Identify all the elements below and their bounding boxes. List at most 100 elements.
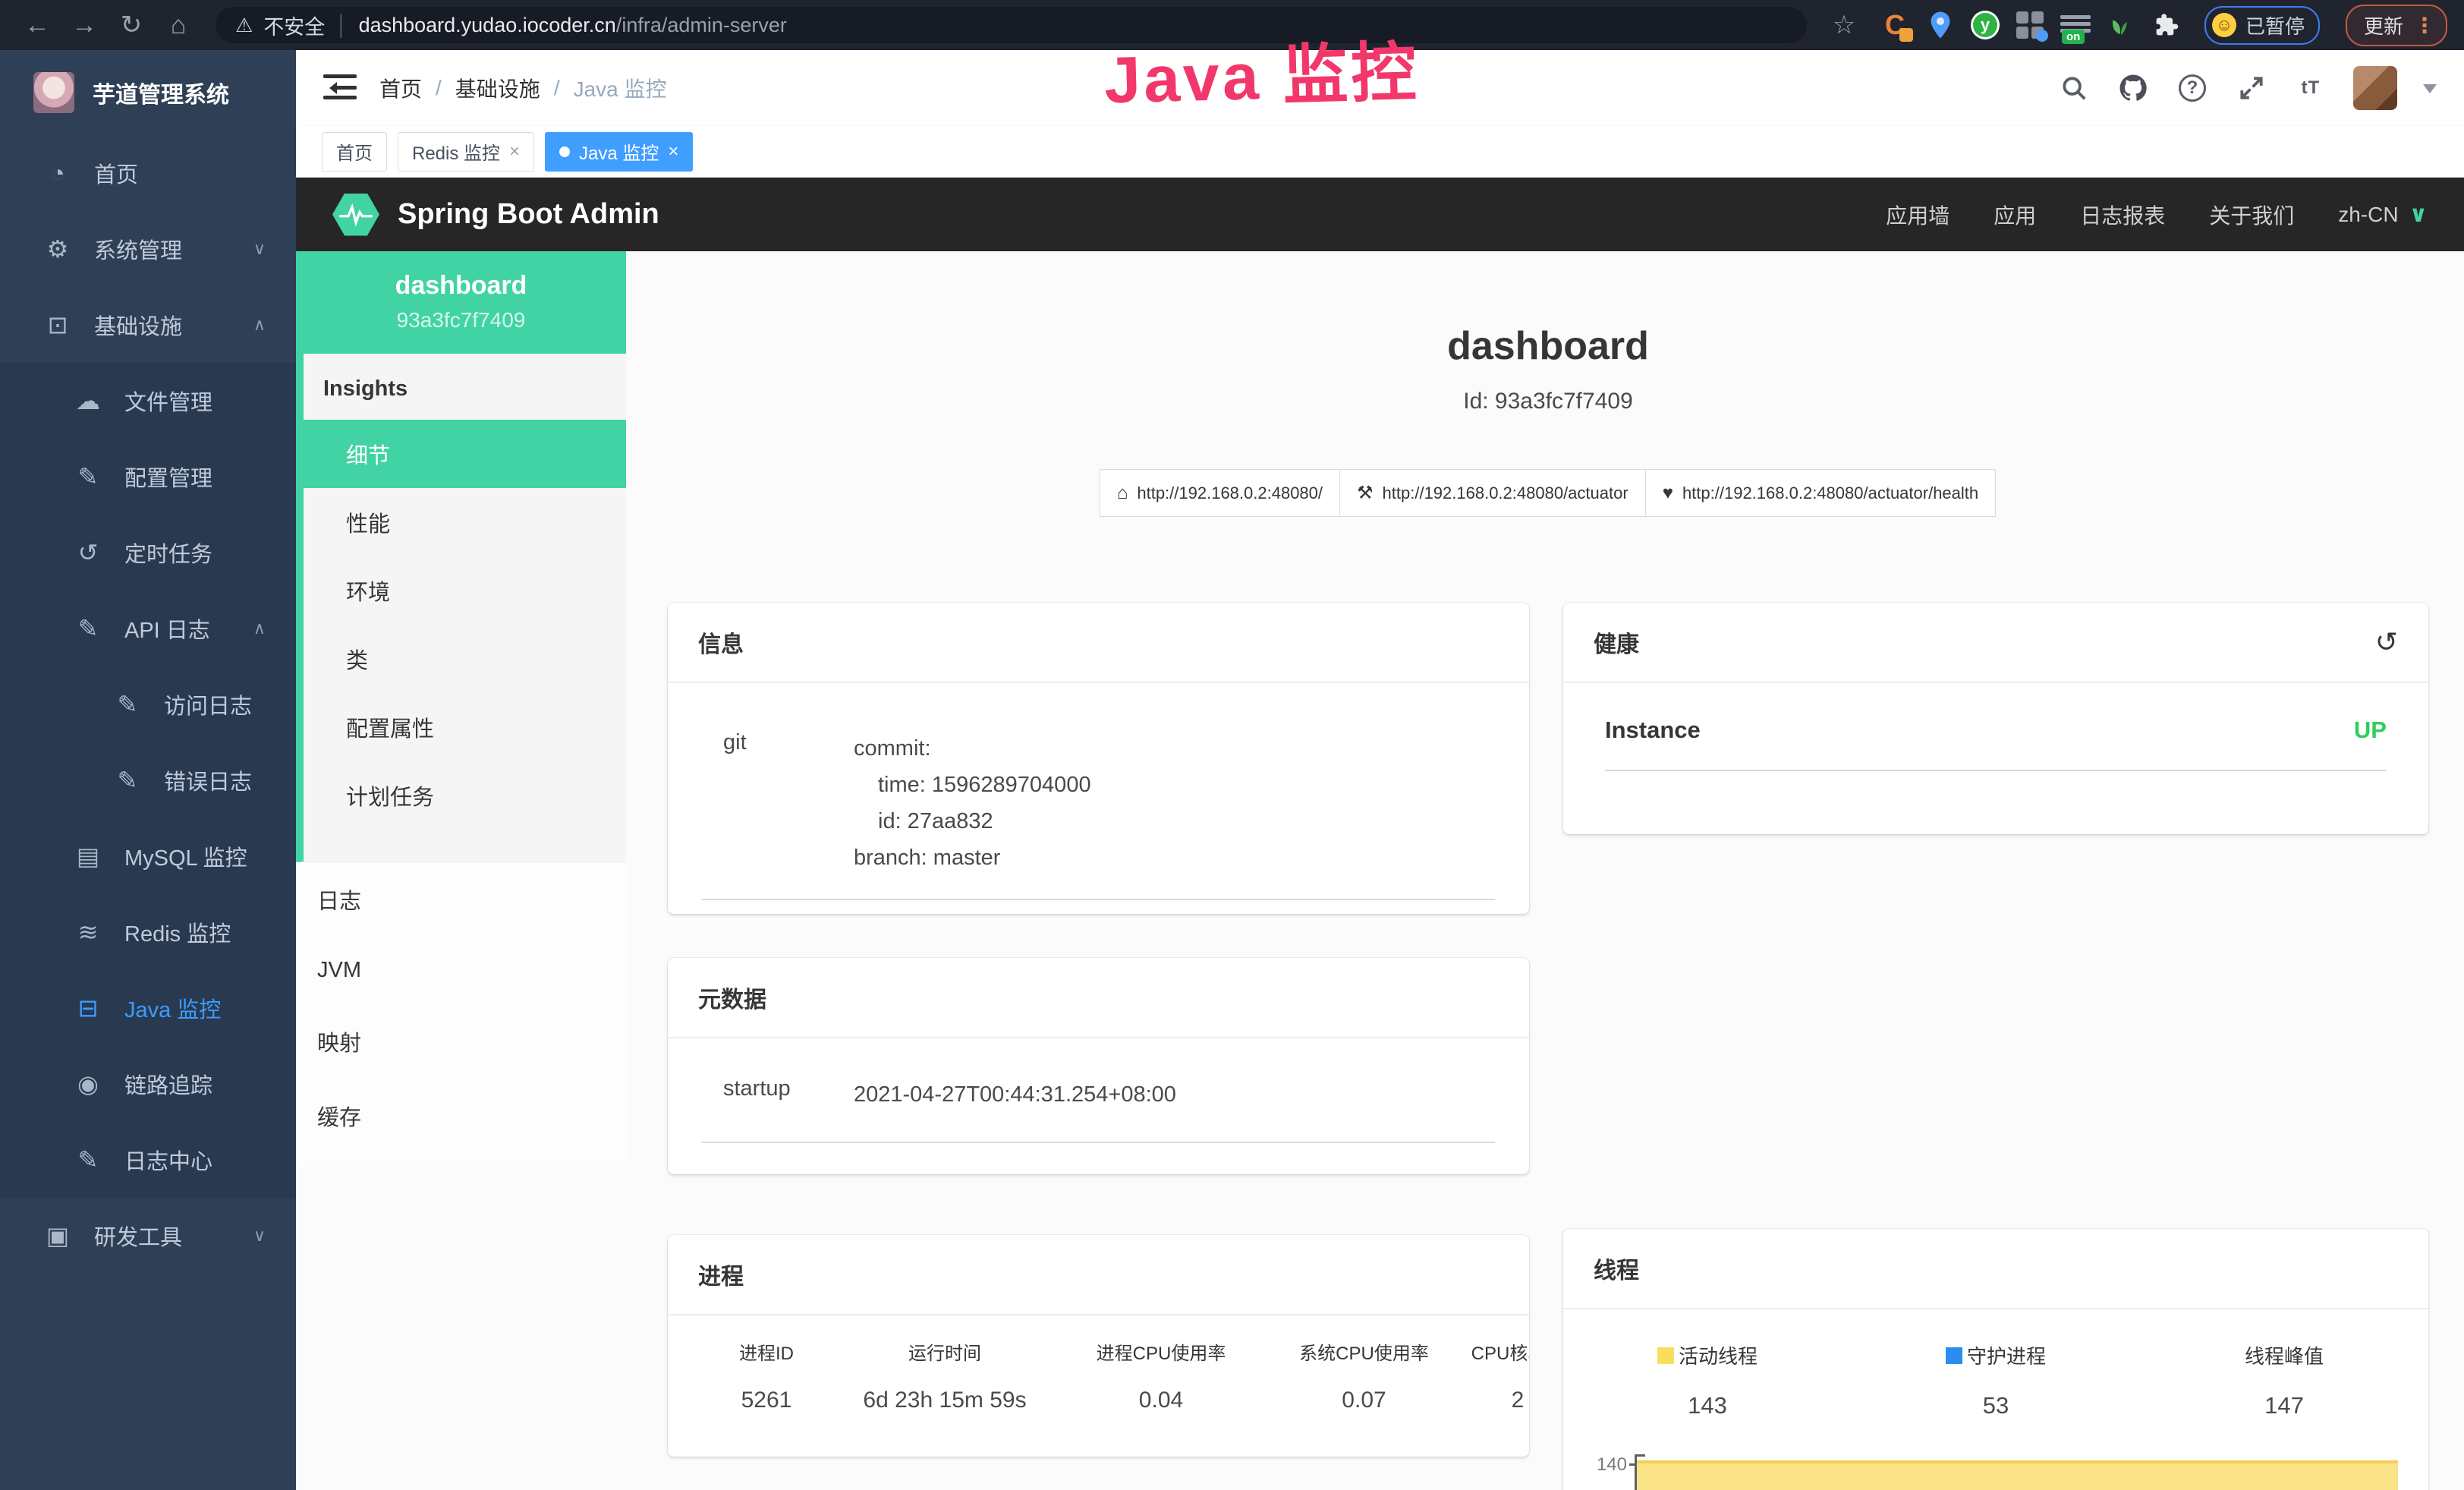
browser-home-icon[interactable]: ⌂ [158,7,199,43]
actuator-url-button[interactable]: ⚒ http://192.168.0.2:48080/actuator [1339,469,1646,517]
user-menu-caret-icon[interactable] [2423,84,2437,100]
puzzle-extension-icon[interactable] [2151,10,2182,40]
threads-live-stat: 活动线程 143 [1563,1341,1852,1419]
health-history-icon[interactable]: ↺ [2375,631,2398,654]
sidebar-item-access-logs[interactable]: ✎ 访问日志 [0,666,296,742]
briefcase-icon: ▣ [42,1221,73,1250]
sidebar-item-error-logs[interactable]: ✎ 错误日志 [0,742,296,818]
sidebar-item-dev-tools[interactable]: ▣ 研发工具 ∨ [0,1198,296,1274]
sba-locale-select[interactable]: zh-CN ∨ [2338,201,2428,228]
threads-daemon-stat: 守护进程 53 [1852,1341,2140,1419]
sba-menu-details[interactable]: 细节 [304,420,626,488]
health-url-button[interactable]: ♥ http://192.168.0.2:48080/actuator/heal… [1645,469,1996,517]
breadcrumb-current: Java 监控 [574,73,667,103]
help-icon[interactable]: ? [2176,71,2209,105]
pin-extension-icon[interactable] [1925,10,1956,40]
close-icon[interactable]: × [509,141,520,162]
leaf-extension-icon[interactable] [2106,10,2136,40]
tag-label: 首页 [336,138,373,165]
git-commit-details: commit: time: 1596289704000 id: 27aa832 … [854,730,1495,876]
search-icon[interactable] [2057,71,2091,105]
sidebar-item-log-center[interactable]: ✎ 日志中心 [0,1122,296,1198]
browser-menu-icon[interactable]: ⋮ [2414,13,2435,38]
sidebar-item-label: 日志中心 [124,1144,212,1176]
tag-redis-monitor[interactable]: Redis 监控 × [398,132,534,172]
sba-nav-wall[interactable]: 应用墙 [1886,200,1949,230]
sidebar-item-api-logs[interactable]: ✎ API 日志 ∧ [0,591,296,666]
daemon-threads-label: 守护进程 [1967,1341,2046,1369]
font-size-icon[interactable]: tT [2294,71,2327,105]
sidebar-item-config-management[interactable]: ✎ 配置管理 [0,439,296,515]
sba-nav-journal[interactable]: 日志报表 [2080,200,2165,230]
sba-locale-value: zh-CN [2338,203,2398,227]
user-avatar[interactable] [2353,66,2397,110]
cloud-upload-icon: ☁ [73,386,103,415]
browser-reload-icon[interactable]: ↻ [111,7,152,43]
sba-instance-id: 93a3fc7f7409 [304,308,618,332]
github-icon[interactable] [2116,71,2150,105]
y-extension-icon[interactable]: y [1971,11,2000,39]
sba-menu-logs[interactable]: 日志 [296,862,626,937]
live-threads-legend-swatch [1657,1347,1674,1364]
process-card: 进程 进程ID 运行时间 进程CPU使用率 系统CPU使用率 CPU核心数 52… [668,1235,1529,1457]
spring-boot-admin-logo[interactable] [332,194,379,236]
sidebar-item-tracing[interactable]: ◉ 链路追踪 [0,1046,296,1122]
daemon-threads-legend-swatch [1946,1347,1962,1364]
sidebar-item-label: Redis 监控 [124,916,231,948]
grid-extension-icon[interactable] [2015,10,2045,40]
layers-icon: ≋ [73,918,103,947]
sidebar-item-java-monitor[interactable]: ⊟ Java 监控 [0,970,296,1046]
sba-menu-caches[interactable]: 缓存 [296,1079,626,1153]
sba-menu-classes[interactable]: 类 [304,625,626,693]
chrome-update-button[interactable]: 更新 ⋮ [2346,5,2447,46]
app-logo-row[interactable]: 芋道管理系统 [0,50,296,135]
sba-nav-about[interactable]: 关于我们 [2209,200,2294,230]
sidebar: 芋道管理系统 ◔ 首页 ⚙ 系统管理 ∨ ⊡ 基础设施 ∧ ☁ 文件管理 [0,50,296,1490]
tabs-extension-icon[interactable]: on [2060,10,2091,40]
sidebar-fold-icon[interactable] [323,74,357,102]
sidebar-item-scheduled-tasks[interactable]: ↺ 定时任务 [0,515,296,591]
sba-brand-title[interactable]: Spring Boot Admin [398,198,659,231]
address-bar[interactable]: ⚠ 不安全 │ dashboard.yudao.iocoder.cn/infra… [216,7,1807,43]
sba-menu-metrics[interactable]: 性能 [304,488,626,556]
update-label: 更新 [2364,11,2403,39]
font-size-glyph: tT [2302,77,2321,99]
security-label[interactable]: 不安全 [263,11,325,40]
sidebar-item-mysql-monitor[interactable]: ▤ MySQL 监控 [0,818,296,894]
service-url-button[interactable]: ⌂ http://192.168.0.2:48080/ [1100,469,1340,517]
sidebar-item-home[interactable]: ◔ 首页 [0,135,296,211]
sidebar-item-label: 基础设施 [94,309,182,341]
sba-instance-header[interactable]: dashboard 93a3fc7f7409 [296,251,626,354]
sidebar-item-system[interactable]: ⚙ 系统管理 ∨ [0,211,296,287]
sba-menu-mappings[interactable]: 映射 [296,1004,626,1079]
sba-menu-jvm[interactable]: JVM [296,937,626,1004]
sidebar-item-file-management[interactable]: ☁ 文件管理 [0,363,296,439]
cards-left-column: 信息 git commit: time: 1596289704000 id: 2… [668,603,1529,1457]
bookmark-star-icon[interactable]: ☆ [1824,7,1865,43]
edit-icon: ✎ [73,462,103,491]
browser-back-icon[interactable]: ← [17,7,58,43]
browser-forward-icon[interactable]: → [64,7,105,43]
translate-extension-icon[interactable]: C [1880,10,1910,40]
tag-home[interactable]: 首页 [322,132,387,172]
fullscreen-icon[interactable] [2235,71,2268,105]
close-icon[interactable]: × [668,141,678,162]
sba-nav: 应用墙 应用 日志报表 关于我们 zh-CN ∨ [1886,200,2428,230]
sidebar-item-infrastructure[interactable]: ⊡ 基础设施 ∧ [0,287,296,363]
info-card: 信息 git commit: time: 1596289704000 id: 2… [668,603,1529,914]
breadcrumb-infrastructure: 基础设施 [455,73,540,103]
sba-nav-applications[interactable]: 应用 [1994,200,2036,230]
threads-chart: 140 120 100 [1584,1454,2398,1490]
health-card: 健康 ↺ Instance UP [1563,603,2428,834]
breadcrumb-home[interactable]: 首页 [379,73,422,103]
y-extension-letter: y [1981,15,1990,35]
edit-icon: ✎ [112,690,143,719]
process-value-system-cpu: 0.07 [1263,1388,1465,1413]
tag-java-monitor[interactable]: Java 监控 × [545,132,693,172]
sba-menu-environment[interactable]: 环境 [304,556,626,625]
sba-menu-config-props[interactable]: 配置属性 [304,693,626,761]
profile-paused-chip[interactable]: ☺ 已暂停 [2204,6,2320,45]
sba-body: dashboard 93a3fc7f7409 Insights 细节 性能 环境… [296,251,2464,1490]
sidebar-item-redis-monitor[interactable]: ≋ Redis 监控 [0,894,296,970]
sba-menu-scheduled-tasks[interactable]: 计划任务 [304,761,626,830]
